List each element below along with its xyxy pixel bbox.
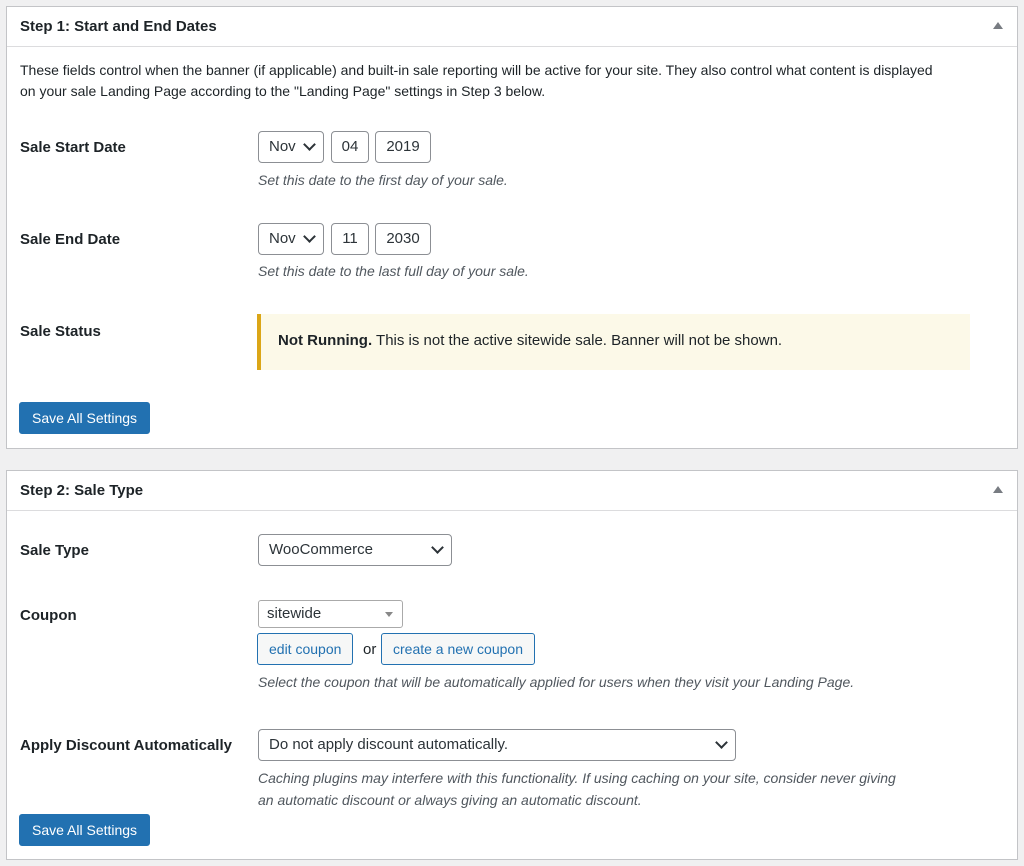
collapse-arrow-icon[interactable] (993, 22, 1003, 29)
create-coupon-button[interactable]: create a new coupon (381, 633, 535, 665)
sale-start-date-label: Sale Start Date (20, 139, 126, 156)
collapse-arrow-icon[interactable] (993, 486, 1003, 493)
step1-title: Step 1: Start and End Dates (20, 18, 217, 35)
sale-type-select[interactable]: WooCommerce (258, 534, 452, 566)
save-all-settings-button-step1[interactable]: Save All Settings (19, 402, 151, 434)
step1-description-line2: on your sale Landing Page according to t… (20, 83, 546, 99)
sale-status-notice: Not Running. This is not the active site… (257, 314, 970, 370)
start-date-hint: Set this date to the first day of your s… (258, 172, 508, 188)
chevron-down-icon (715, 736, 728, 749)
coupon-label: Coupon (20, 607, 77, 624)
end-month-select[interactable]: Nov (258, 223, 324, 255)
chevron-down-icon (431, 541, 444, 554)
end-day-input[interactable]: 11 (331, 223, 369, 255)
coupon-or-text: or (363, 641, 377, 658)
dropdown-arrow-icon (385, 612, 393, 617)
edit-coupon-button[interactable]: edit coupon (257, 633, 354, 665)
step2-title: Step 2: Sale Type (20, 482, 144, 499)
end-month-value: Nov (269, 230, 296, 247)
sale-end-date-label: Sale End Date (20, 231, 121, 248)
save-all-settings-button-step2[interactable]: Save All Settings (19, 814, 151, 846)
apply-discount-label: Apply Discount Automatically (20, 737, 232, 754)
start-year-input[interactable]: 2019 (375, 131, 431, 163)
chevron-down-icon (303, 230, 316, 243)
notice-strong-text: Not Running. (278, 332, 373, 349)
end-year-input[interactable]: 2030 (375, 223, 431, 255)
apply-discount-hint-line2: an automatic discount or always giving a… (258, 792, 642, 808)
apply-discount-select[interactable]: Do not apply discount automatically. (258, 729, 736, 761)
apply-discount-hint-line1: Caching plugins may interfere with this … (258, 770, 896, 786)
sale-type-label: Sale Type (20, 542, 89, 559)
start-month-select[interactable]: Nov (258, 131, 324, 163)
notice-text: This is not the active sitewide sale. Ba… (372, 332, 783, 349)
sale-type-value: WooCommerce (269, 541, 373, 558)
coupon-select[interactable]: sitewide (258, 600, 403, 628)
step1-description-line1: These fields control when the banner (if… (20, 62, 933, 78)
sale-status-label: Sale Status (20, 323, 101, 340)
start-month-value: Nov (269, 138, 296, 155)
chevron-down-icon (303, 138, 316, 151)
coupon-hint: Select the coupon that will be automatic… (258, 674, 855, 690)
start-day-input[interactable]: 04 (331, 131, 369, 163)
step2-header[interactable]: Step 2: Sale Type (7, 471, 1017, 511)
apply-discount-value: Do not apply discount automatically. (269, 736, 509, 753)
coupon-value: sitewide (267, 605, 322, 622)
end-date-hint: Set this date to the last full day of yo… (258, 263, 529, 279)
step1-header[interactable]: Step 1: Start and End Dates (7, 7, 1017, 47)
